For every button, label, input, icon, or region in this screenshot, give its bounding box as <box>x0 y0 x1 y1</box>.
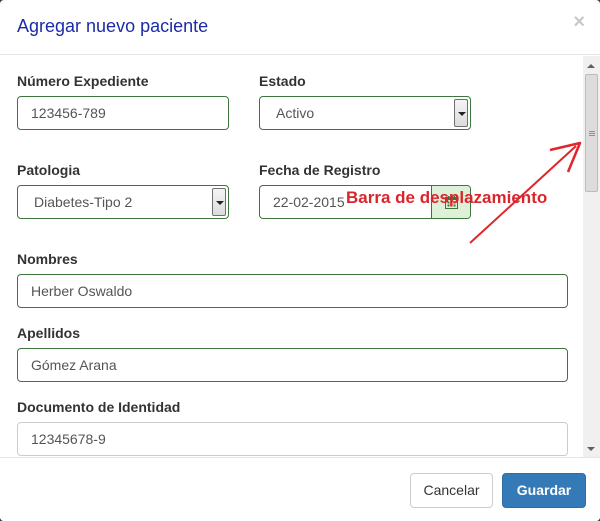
add-patient-modal: Agregar nuevo paciente × Número Expedien… <box>0 0 600 521</box>
patologia-select[interactable]: Diabetes-Tipo 2 <box>17 185 229 219</box>
save-button[interactable]: Guardar <box>502 473 586 508</box>
chevron-down-icon[interactable] <box>212 188 226 216</box>
patologia-value: Diabetes-Tipo 2 <box>34 194 133 210</box>
fecha-registro-value: 22-02-2015 <box>273 194 345 210</box>
modal-header: Agregar nuevo paciente × <box>0 0 600 55</box>
expediente-value: 123456-789 <box>31 105 106 121</box>
estado-value: Activo <box>276 105 315 121</box>
estado-select[interactable]: Activo <box>259 96 471 130</box>
apellidos-input[interactable]: Gómez Arana <box>17 348 568 382</box>
nombres-label: Nombres <box>17 251 78 267</box>
nombres-input[interactable]: Herber Oswaldo <box>17 274 568 308</box>
expediente-input[interactable]: 123456-789 <box>17 96 229 130</box>
scroll-down-icon[interactable] <box>587 447 595 451</box>
modal-title: Agregar nuevo paciente <box>17 16 209 36</box>
nombres-value: Herber Oswaldo <box>31 283 133 299</box>
fecha-registro-label: Fecha de Registro <box>259 162 381 178</box>
apellidos-value: Gómez Arana <box>31 357 117 373</box>
vertical-scrollbar[interactable] <box>583 56 600 457</box>
documento-input[interactable]: 12345678-9 <box>17 422 568 456</box>
estado-label: Estado <box>259 73 306 89</box>
documento-label: Documento de Identidad <box>17 399 181 415</box>
patologia-label: Patologia <box>17 162 81 178</box>
modal-body: Número Expediente 123456-789 Estado Acti… <box>0 56 600 457</box>
expediente-label: Número Expediente <box>17 73 149 89</box>
scrollbar-thumb[interactable] <box>585 74 598 192</box>
close-button[interactable]: × <box>573 12 585 32</box>
documento-value: 12345678-9 <box>31 431 106 447</box>
apellidos-label: Apellidos <box>17 325 81 341</box>
grip-icon <box>589 131 595 137</box>
chevron-down-icon[interactable] <box>454 99 468 127</box>
modal-footer: Cancelar Guardar <box>0 457 600 521</box>
scrollbar-annotation: Barra de desplazamiento <box>346 188 548 207</box>
cancel-button[interactable]: Cancelar <box>410 473 493 508</box>
scroll-up-icon[interactable] <box>587 64 595 68</box>
